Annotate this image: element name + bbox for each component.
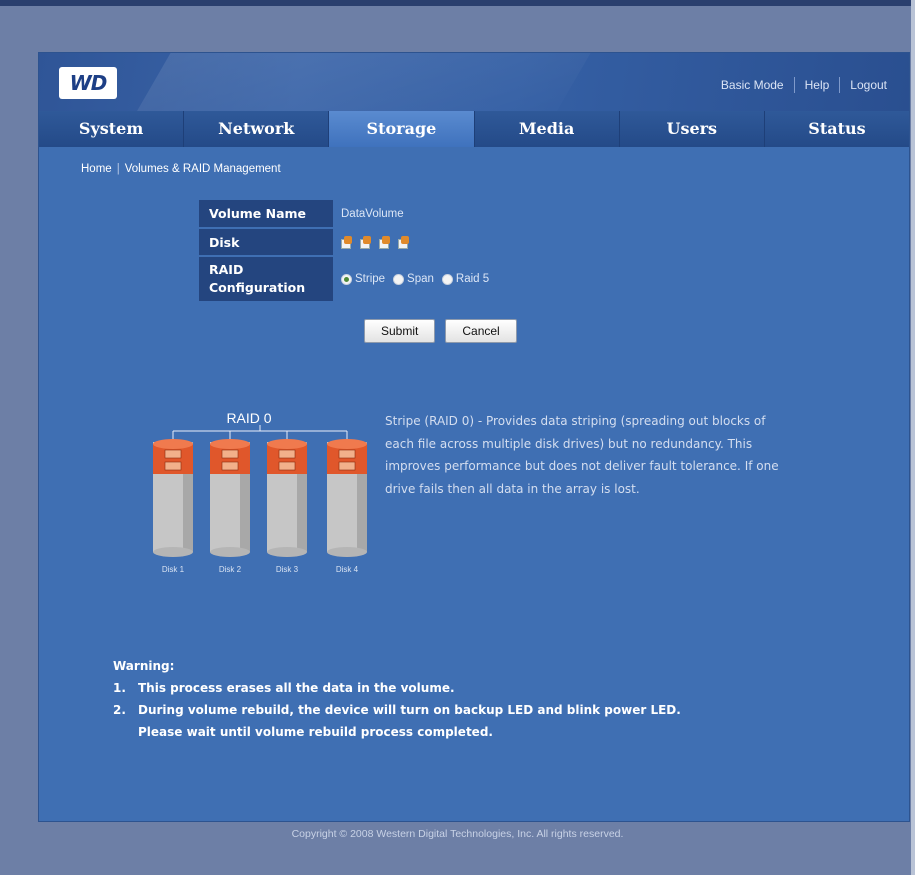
disk-1-checkbox[interactable]	[341, 235, 352, 249]
raid-config-label: RAID Configuration	[199, 257, 333, 301]
warning-item: 1. This process erases all the data in th…	[113, 677, 681, 699]
tab-system[interactable]: System	[39, 111, 185, 147]
window-top-frame	[0, 0, 915, 6]
warning-block: Warning: 1. This process erases all the d…	[113, 655, 681, 743]
raid-label-line2: Configuration	[209, 280, 306, 295]
tab-network[interactable]: Network	[184, 111, 330, 147]
help-link[interactable]: Help	[795, 78, 840, 92]
disk-label-4: Disk 4	[336, 565, 359, 574]
raid-span-label: Span	[407, 273, 434, 285]
warning-title: Warning:	[113, 659, 175, 673]
raid-5-radio[interactable]: Raid 5	[441, 273, 490, 285]
footer-copyright: Copyright © 2008 Western Digital Technol…	[291, 828, 624, 840]
disk-label-1: Disk 1	[162, 565, 185, 574]
disk-label-2: Disk 2	[219, 565, 242, 574]
header: WD Basic Mode Help Logout	[39, 53, 909, 111]
disk-cylinder-4: Disk 4	[327, 439, 367, 574]
radio-icon	[393, 273, 405, 285]
window-right-frame	[911, 0, 915, 875]
top-links: Basic Mode Help Logout	[711, 77, 897, 93]
disk-checkboxes	[333, 235, 409, 249]
warning-continuation: Please wait until volume rebuild process…	[138, 725, 493, 739]
basic-mode-link[interactable]: Basic Mode	[711, 78, 794, 92]
raid-connector-lines	[172, 425, 348, 441]
raid-diagram: RAID 0 Disk 1 Disk 2 Disk 3 Disk 4	[153, 410, 367, 574]
disk-cylinder-3: Disk 3	[267, 439, 307, 574]
disk-label-3: Disk 3	[276, 565, 299, 574]
breadcrumb-home[interactable]: Home	[81, 163, 112, 175]
warning-item: 2. During volume rebuild, the device will…	[113, 699, 681, 721]
volume-name-label: Volume Name	[199, 200, 333, 227]
disk-row: Disk	[199, 229, 489, 255]
logout-link[interactable]: Logout	[840, 78, 897, 92]
raid-label-line1: RAID	[209, 262, 244, 277]
header-sheen	[124, 53, 614, 111]
wd-logo: WD	[59, 67, 117, 99]
tab-media[interactable]: Media	[475, 111, 620, 147]
raid-span-radio[interactable]: Span	[393, 273, 434, 285]
breadcrumb-current: Volumes & RAID Management	[124, 163, 281, 175]
cancel-button[interactable]: Cancel	[445, 319, 517, 343]
main-nav: System Network Storage Media Users Statu…	[39, 111, 909, 147]
raid-diagram-title: RAID 0	[226, 410, 271, 426]
disk-3-checkbox[interactable]	[379, 235, 390, 249]
disk-2-checkbox[interactable]	[360, 235, 371, 249]
tab-users[interactable]: Users	[620, 111, 765, 147]
volume-name-value: DataVolume	[341, 207, 404, 220]
volume-name-row: Volume Name DataVolume	[199, 200, 489, 227]
breadcrumb-separator: |	[116, 163, 120, 175]
raid-stripe-radio[interactable]: Stripe	[341, 273, 385, 285]
radio-selected-icon	[341, 273, 352, 285]
volume-form: Volume Name DataVolume Disk RAID Configu…	[199, 200, 489, 303]
main-panel: WD Basic Mode Help Logout System Network…	[38, 52, 910, 822]
breadcrumb: Home | Volumes & RAID Management	[81, 163, 281, 175]
raid-description: Stripe (RAID 0) - Provides data striping…	[385, 414, 779, 496]
disk-cylinder-2: Disk 2	[210, 439, 250, 574]
radio-icon	[441, 273, 453, 285]
raid-5-label: Raid 5	[455, 273, 490, 285]
disk-cylinders: Disk 1 Disk 2 Disk 3 Disk 4	[153, 439, 367, 574]
disk-4-checkbox[interactable]	[398, 235, 409, 249]
tab-storage[interactable]: Storage	[329, 111, 475, 147]
warning-item-2: During volume rebuild, the device will t…	[138, 703, 681, 717]
raid-stripe-label: Stripe	[355, 273, 386, 285]
submit-button[interactable]: Submit	[364, 319, 436, 343]
raid-row: RAID Configuration Stripe Span Raid 5	[199, 257, 489, 301]
form-buttons: Submit Cancel	[364, 319, 517, 343]
tab-status[interactable]: Status	[765, 111, 909, 147]
raid-options: Stripe Span Raid 5	[333, 273, 489, 285]
warning-item-1: This process erases all the data in the …	[138, 681, 455, 695]
disk-cylinder-1: Disk 1	[153, 439, 193, 574]
disk-label: Disk	[199, 229, 333, 255]
